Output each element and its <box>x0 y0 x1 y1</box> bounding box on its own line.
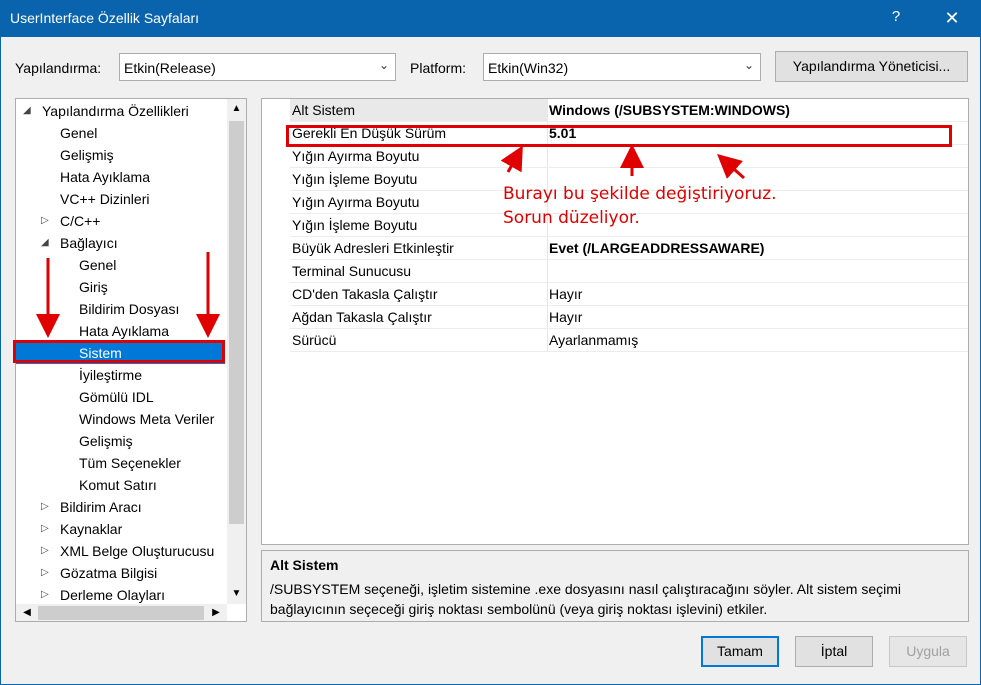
up-arrow-icon <box>500 145 523 173</box>
annotation-arrows <box>36 144 745 338</box>
up-arrow-icon <box>717 154 745 180</box>
